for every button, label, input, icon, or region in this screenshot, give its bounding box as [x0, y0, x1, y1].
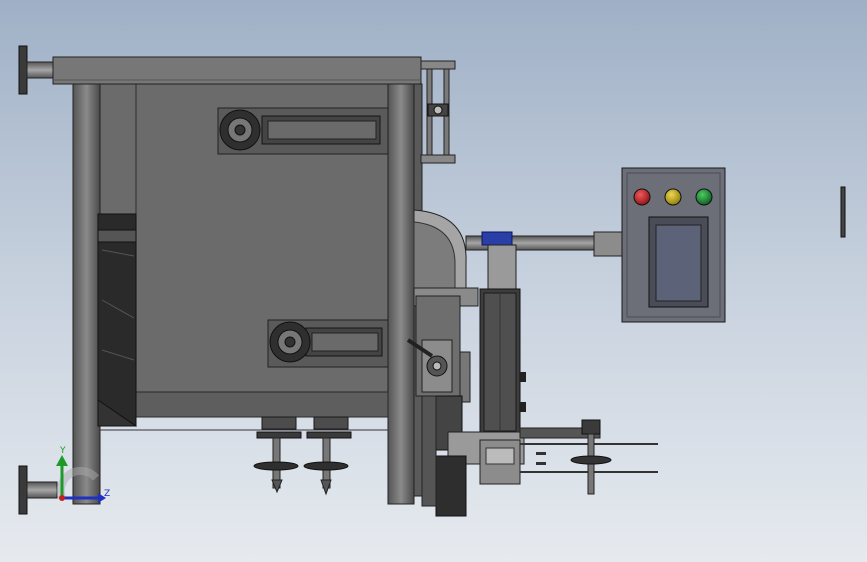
top-right-hanger-bracket: [420, 60, 456, 164]
y-axis-label: Y: [59, 446, 66, 456]
bottom-left-mount-bracket: [18, 465, 58, 515]
bottom-spindle-left: [253, 416, 302, 494]
yellow-indicator-lamp: [664, 188, 682, 206]
detached-rod-part: [840, 186, 846, 238]
x-axis-dot: [59, 495, 65, 501]
control-box: [621, 167, 726, 323]
curved-guide-housing: [413, 209, 479, 307]
green-indicator-lamp: [695, 188, 713, 206]
lower-motor-slot-plate: [267, 319, 389, 368]
top-left-mount-bracket: [18, 45, 56, 95]
red-indicator-lamp: [633, 188, 651, 206]
bottom-spindle-right: [303, 416, 352, 496]
blue-clamp: [481, 231, 513, 246]
machine-assembly-drawing: Y Z: [18, 45, 846, 517]
z-axis-label: Z: [104, 489, 110, 499]
vertical-carriage: [479, 244, 526, 438]
cad-viewport[interactable]: Y Z: [0, 0, 867, 562]
upper-motor-slot-plate: [217, 107, 389, 155]
fan-duct-inlet: [97, 213, 137, 427]
